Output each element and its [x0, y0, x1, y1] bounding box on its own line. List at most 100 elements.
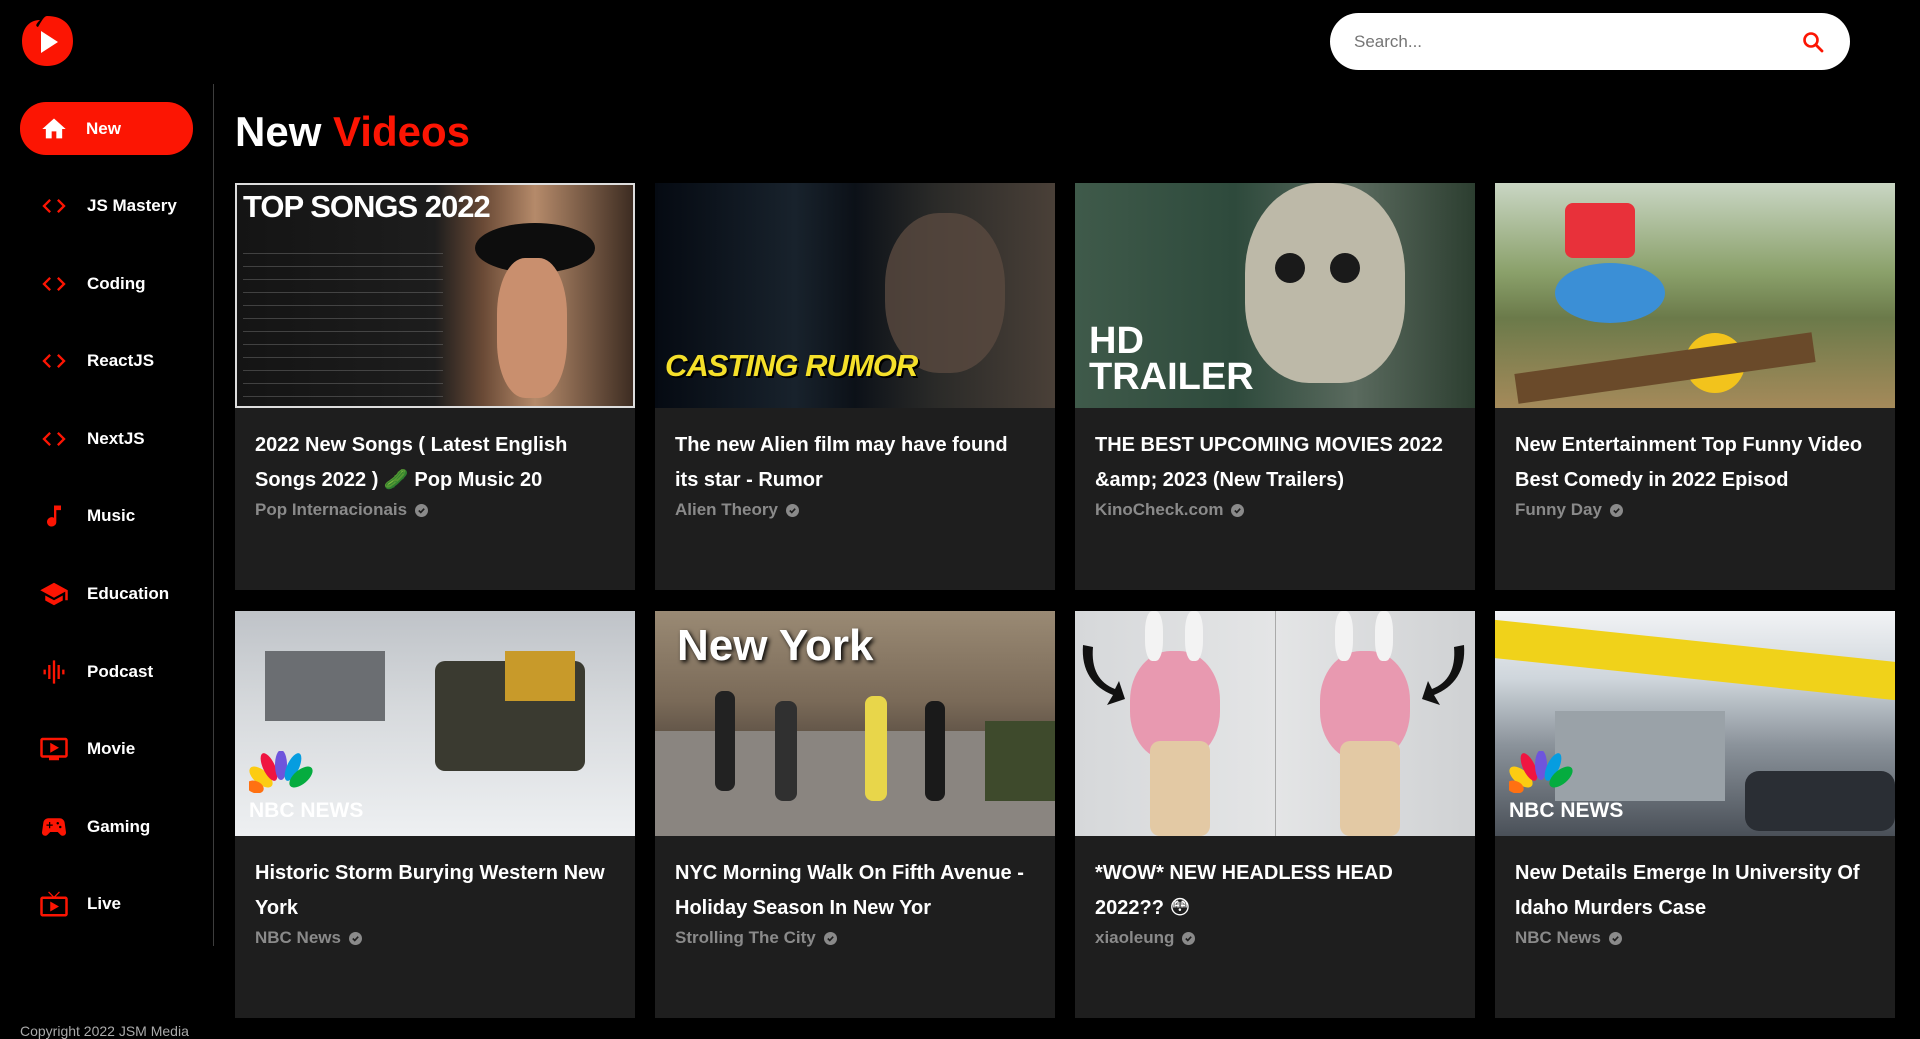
home-icon	[38, 113, 70, 145]
channel-link[interactable]: Funny Day	[1515, 500, 1623, 520]
video-title[interactable]: New Entertainment Top Funny Video Best C…	[1515, 428, 1875, 498]
verified-check-icon	[1608, 931, 1622, 945]
video-thumbnail[interactable]	[1495, 183, 1895, 408]
school-icon	[38, 578, 70, 610]
video-title[interactable]: New Details Emerge In University Of Idah…	[1515, 856, 1875, 926]
channel-name: NBC News	[1515, 928, 1601, 947]
video-title[interactable]: 2022 New Songs ( Latest English Songs 20…	[255, 428, 615, 498]
arrow-icon	[1082, 645, 1125, 705]
arrow-icon	[1422, 645, 1465, 705]
verified-check-icon	[785, 503, 799, 517]
channel-link[interactable]: Strolling The City	[675, 928, 837, 948]
page-title-accent: Videos	[333, 108, 470, 155]
sidebar-item-movie[interactable]: Movie	[20, 722, 193, 775]
thumbnail-text: HD TRAILER	[1089, 320, 1254, 398]
sidebar-item-label: Coding	[87, 273, 146, 293]
video-title[interactable]: NYC Morning Walk On Fifth Avenue - Holid…	[675, 856, 1035, 926]
thumbnail-text: NBC NEWS	[249, 799, 364, 822]
sidebar-item-music[interactable]: Music	[20, 489, 193, 542]
sidebar-item-label: ReactJS	[87, 350, 155, 370]
search-bar	[1330, 13, 1850, 70]
channel-link[interactable]: Alien Theory	[675, 500, 799, 520]
code-icon	[38, 423, 70, 455]
verified-check-icon	[1609, 503, 1623, 517]
sidebar-item-coding[interactable]: Coding	[20, 257, 193, 310]
channel-link[interactable]: xiaoleung	[1095, 928, 1196, 948]
sidebar: New JS Mastery Coding ReactJS NextJS Mus…	[0, 84, 214, 1039]
channel-name: Pop Internacionais	[255, 500, 408, 519]
video-title[interactable]: Historic Storm Burying Western New York	[255, 856, 615, 926]
video-card[interactable]: TOP SONGS 2022 2022 New Songs ( Latest E…	[235, 183, 635, 590]
video-thumbnail[interactable]: TOP SONGS 2022	[235, 183, 635, 408]
sidebar-item-new[interactable]: New	[20, 102, 193, 155]
video-card[interactable]: NBC NEWS Historic Storm Burying Western …	[235, 611, 635, 1018]
video-thumbnail[interactable]: CASTING RUMOR	[655, 183, 1055, 408]
code-icon	[38, 345, 70, 377]
search-button[interactable]	[1798, 27, 1828, 57]
sidebar-item-label: Live	[87, 893, 122, 913]
sidebar-item-education[interactable]: Education	[20, 567, 193, 620]
video-title[interactable]: *WOW* NEW HEADLESS HEAD 2022?? 😳	[1095, 856, 1455, 926]
sidebar-item-label: Gaming	[87, 816, 151, 836]
channel-name: Strolling The City	[675, 928, 816, 947]
copyright-text: Copyright 2022 JSM Media	[20, 1023, 189, 1039]
video-thumbnail[interactable]: New York	[655, 611, 1055, 836]
graphic-eq-icon	[38, 656, 70, 688]
sidebar-item-reactjs[interactable]: ReactJS	[20, 334, 193, 387]
sidebar-item-label: Education	[87, 583, 170, 603]
video-card[interactable]: HD TRAILER THE BEST UPCOMING MOVIES 2022…	[1075, 183, 1475, 590]
video-thumbnail[interactable]	[1075, 611, 1475, 836]
sidebar-item-label: Movie	[87, 738, 136, 758]
nbc-peacock-icon	[1506, 750, 1573, 798]
video-card[interactable]: CASTING RUMOR The new Alien film may hav…	[655, 183, 1055, 590]
channel-link[interactable]: NBC News	[1515, 928, 1622, 948]
logo-icon[interactable]	[20, 14, 74, 68]
live-tv-icon	[38, 888, 70, 920]
video-card[interactable]: NBC NEWS New Details Emerge In Universit…	[1495, 611, 1895, 1018]
gamepad-icon	[38, 811, 70, 843]
video-card[interactable]: New York NYC Morning Walk On Fifth Avenu…	[655, 611, 1055, 1018]
channel-name: xiaoleung	[1095, 928, 1175, 947]
sidebar-item-label: Music	[87, 505, 136, 525]
verified-check-icon	[823, 931, 837, 945]
search-icon	[1803, 31, 1824, 52]
video-card[interactable]: *WOW* NEW HEADLESS HEAD 2022?? 😳 xiaoleu…	[1075, 611, 1475, 1018]
channel-name: KinoCheck.com	[1095, 500, 1224, 519]
verified-check-icon	[1231, 503, 1245, 517]
sidebar-item-podcast[interactable]: Podcast	[20, 645, 193, 698]
video-thumbnail[interactable]: HD TRAILER	[1075, 183, 1475, 408]
video-card[interactable]: New Entertainment Top Funny Video Best C…	[1495, 183, 1895, 590]
channel-link[interactable]: Pop Internacionais	[255, 500, 429, 520]
ondemand-video-icon	[38, 733, 70, 765]
sidebar-item-live[interactable]: Live	[20, 877, 193, 930]
code-icon	[38, 190, 70, 222]
sidebar-item-gaming[interactable]: Gaming	[20, 800, 193, 853]
search-input[interactable]	[1354, 31, 1798, 52]
thumbnail-text: TOP SONGS 2022	[243, 189, 491, 224]
nbc-peacock-icon	[246, 750, 313, 798]
sidebar-item-js-mastery[interactable]: JS Mastery	[20, 179, 193, 232]
channel-name: Alien Theory	[675, 500, 778, 519]
sidebar-item-label: JS Mastery	[87, 195, 177, 215]
channel-link[interactable]: KinoCheck.com	[1095, 500, 1245, 520]
video-thumbnail[interactable]: NBC NEWS	[1495, 611, 1895, 836]
video-title[interactable]: THE BEST UPCOMING MOVIES 2022 &amp; 2023…	[1095, 428, 1455, 498]
sidebar-item-label: NextJS	[87, 428, 145, 448]
sidebar-item-label: Podcast	[87, 661, 154, 681]
page-title: New Videos	[235, 108, 470, 156]
code-icon	[38, 268, 70, 300]
sidebar-item-nextjs[interactable]: NextJS	[20, 412, 193, 465]
thumbnail-text: NBC NEWS	[1509, 799, 1624, 822]
channel-name: NBC News	[255, 928, 341, 947]
music-note-icon	[38, 500, 70, 532]
video-thumbnail[interactable]: NBC NEWS	[235, 611, 635, 836]
thumbnail-text: CASTING RUMOR	[665, 348, 918, 383]
verified-check-icon	[1182, 931, 1196, 945]
top-bar	[0, 0, 1920, 84]
sidebar-item-label: New	[86, 118, 121, 138]
video-title[interactable]: The new Alien film may have found its st…	[675, 428, 1035, 498]
channel-link[interactable]: NBC News	[255, 928, 362, 948]
verified-check-icon	[348, 931, 362, 945]
channel-name: Funny Day	[1515, 500, 1602, 519]
page-title-text: New	[235, 108, 322, 155]
